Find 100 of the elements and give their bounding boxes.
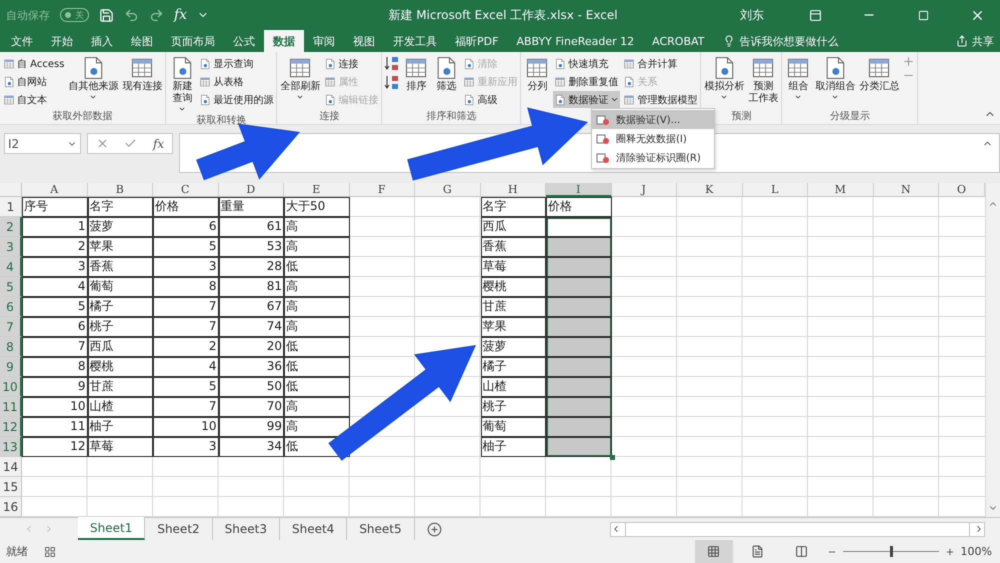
ribbon-tab[interactable]: 福昕PDF <box>446 30 508 52</box>
row-header[interactable]: 14 <box>0 457 22 477</box>
column-header[interactable]: J <box>612 183 677 197</box>
new-sheet-icon[interactable] <box>426 522 442 536</box>
ribbon-button[interactable]: 高级 <box>462 91 518 108</box>
ribbon-button[interactable]: 合并计算 <box>622 55 698 72</box>
sheet-tab[interactable]: Sheet1 <box>78 517 146 540</box>
row-header[interactable]: 8 <box>0 337 22 357</box>
row-header[interactable]: 3 <box>0 237 22 257</box>
ribbon-button[interactable]: 从表格 <box>198 73 274 90</box>
column-header[interactable]: B <box>88 183 153 197</box>
menu-item[interactable]: 清除验证标识圈(R) <box>592 148 714 167</box>
selected-cell[interactable] <box>546 277 612 297</box>
zoom-in-icon[interactable] <box>944 546 955 556</box>
ribbon-button[interactable]: 自网站 <box>2 73 66 90</box>
zoom-thumb[interactable] <box>890 546 893 557</box>
ribbon-tab[interactable]: 视图 <box>344 30 384 52</box>
maximize-icon[interactable] <box>918 10 928 20</box>
selected-cell[interactable] <box>546 317 612 337</box>
selected-cell[interactable] <box>546 257 612 277</box>
selected-cell[interactable] <box>546 397 612 417</box>
ribbon-button[interactable]: 自文本 <box>2 91 66 108</box>
ribbon-button[interactable]: 管理数据模型 <box>622 91 698 108</box>
macro-record-icon[interactable] <box>44 546 56 558</box>
column-header[interactable]: F <box>350 183 415 197</box>
ribbon-button[interactable]: 分列 <box>523 55 552 93</box>
selected-cell[interactable] <box>546 357 612 377</box>
ribbon-button[interactable]: 新建 查询 <box>168 55 196 113</box>
insert-function-button[interactable]: fx <box>174 7 188 23</box>
redo-icon[interactable] <box>149 8 164 22</box>
name-box[interactable]: I2 <box>4 133 81 154</box>
undo-icon[interactable] <box>124 8 139 22</box>
column-header[interactable]: L <box>742 183 808 197</box>
row-header[interactable]: 15 <box>0 477 22 497</box>
ribbon-tab[interactable]: 页面布局 <box>162 30 224 52</box>
scroll-thumb[interactable] <box>625 522 970 536</box>
selected-cell[interactable] <box>546 377 612 397</box>
row-header[interactable]: 11 <box>0 397 22 417</box>
share-icon[interactable] <box>956 35 968 47</box>
grid-icon[interactable] <box>707 545 720 558</box>
ribbon-button[interactable]: 快速填充 <box>553 55 620 72</box>
ribbon-tab[interactable]: 绘图 <box>122 30 162 52</box>
expand-icon[interactable] <box>902 55 916 68</box>
row-header[interactable]: 1 <box>0 197 22 217</box>
column-header[interactable]: N <box>874 183 939 197</box>
ribbon-button[interactable]: 筛选 <box>432 55 460 93</box>
column-header[interactable]: I <box>546 183 612 197</box>
selected-cell[interactable] <box>546 417 612 437</box>
selected-cell[interactable] <box>546 337 612 357</box>
column-header[interactable]: O <box>939 183 985 197</box>
lightbulb-icon[interactable] <box>723 35 736 47</box>
ribbon-button[interactable]: 排序 <box>402 55 430 93</box>
column-header[interactable]: C <box>153 183 218 197</box>
row-header[interactable]: 13 <box>0 437 22 457</box>
ribbon-display-icon[interactable] <box>808 8 822 22</box>
row-header[interactable]: 10 <box>0 377 22 397</box>
ribbon-button[interactable]: 显示查询 <box>198 55 274 72</box>
ribbon-button[interactable]: 自 Access <box>2 55 66 72</box>
sort-descending-icon[interactable] <box>384 74 400 92</box>
normal-view-button[interactable] <box>694 540 733 563</box>
row-header[interactable]: 9 <box>0 357 22 377</box>
ribbon-button[interactable]: 删除重复值 <box>553 73 620 90</box>
row-header[interactable]: 2 <box>0 217 22 237</box>
ribbon-tab[interactable]: 数据 <box>264 30 304 52</box>
ribbon-tab[interactable]: 插入 <box>82 30 122 52</box>
active-cell[interactable] <box>546 217 612 237</box>
ribbon-button[interactable]: 模拟分析 <box>703 55 746 101</box>
menu-item[interactable]: 圈释无效数据(I) <box>592 129 714 148</box>
column-header[interactable]: G <box>415 183 480 197</box>
column-header[interactable]: A <box>22 183 88 197</box>
row-header[interactable]: 12 <box>0 417 22 437</box>
ribbon-button[interactable]: 数据验证 <box>553 91 620 108</box>
page-icon[interactable] <box>751 545 764 558</box>
selected-cell[interactable] <box>546 297 612 317</box>
selected-cell[interactable] <box>546 237 612 257</box>
ribbon-tab[interactable]: 审阅 <box>304 30 344 52</box>
ribbon-button[interactable]: 预测 工作表 <box>747 55 780 105</box>
ribbon-button[interactable]: 自其他来源 <box>67 55 120 101</box>
share-button[interactable]: 共享 <box>972 34 994 48</box>
ribbon-tab[interactable]: ABBYY FineReader 12 <box>507 30 644 52</box>
ribbon-button[interactable]: 取消组合 <box>814 55 856 101</box>
row-header[interactable]: 16 <box>0 497 22 517</box>
column-header[interactable]: H <box>480 183 546 197</box>
ribbon-button[interactable]: 现有连接 <box>121 55 164 93</box>
ribbon-tab[interactable]: ACROBAT <box>643 30 714 52</box>
ribbon-tab[interactable]: 公式 <box>224 30 264 52</box>
ribbon-button[interactable]: 分类汇总 <box>858 55 900 93</box>
cancel-icon[interactable] <box>96 137 109 150</box>
ribbon-tab[interactable]: 开始 <box>42 30 82 52</box>
ribbon-button[interactable]: 全部刷新 <box>279 55 322 101</box>
columns-icon[interactable] <box>795 545 808 558</box>
row-header[interactable]: 5 <box>0 277 22 297</box>
tell-me-search[interactable]: 告诉我你想要做什么 <box>739 34 838 48</box>
ribbon-tab[interactable]: 文件 <box>2 30 42 52</box>
fill-handle[interactable] <box>610 455 614 460</box>
save-icon[interactable] <box>99 8 114 22</box>
insert-function-button[interactable]: fx <box>152 136 164 150</box>
sort-ascending-icon[interactable] <box>384 55 400 73</box>
menu-item[interactable]: 数据验证(V)... <box>592 110 714 129</box>
row-header[interactable]: 6 <box>0 297 22 317</box>
